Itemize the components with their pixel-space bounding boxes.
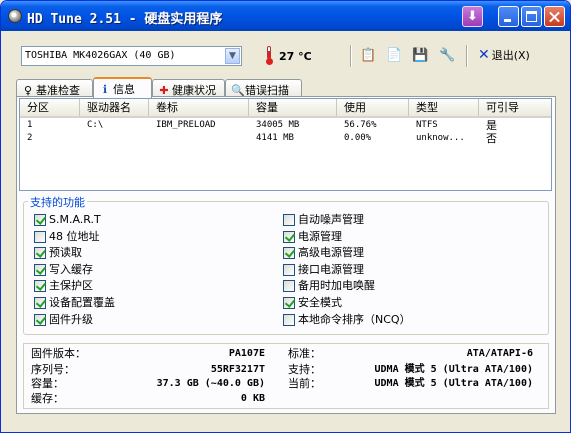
close-button[interactable] — [544, 6, 565, 27]
exit-icon: ✕ — [478, 47, 490, 63]
checkbox[interactable] — [34, 314, 46, 326]
checkbox[interactable] — [34, 247, 46, 259]
title-bar[interactable]: HD Tune 2.51 - 硬盘实用程序 ⬇ — [1, 1, 570, 31]
drive-select[interactable]: TOSHIBA MK4026GAX (40 GB) ▼ — [21, 46, 242, 66]
supported-label: 支持： — [288, 363, 321, 376]
column-capacity[interactable]: 容量 — [249, 99, 337, 116]
tab-info[interactable]: ℹ 信息 — [93, 77, 152, 98]
save-icon[interactable]: 💾 — [412, 47, 429, 64]
checkbox[interactable] — [283, 231, 295, 243]
temperature-readout: 27 °C — [279, 50, 312, 63]
maximize-button[interactable] — [521, 6, 542, 27]
toolbar-separator — [466, 45, 468, 67]
column-type[interactable]: 类型 — [409, 99, 479, 116]
checkbox[interactable] — [34, 280, 46, 292]
serial-value: 55RF3217T — [210, 364, 265, 375]
tab-benchmark[interactable]: ♀ 基准检查 — [16, 79, 93, 97]
supported-value: UDMA 模式 5 (Ultra ATA/100) — [374, 364, 533, 375]
down-arrow-icon: ⬇ — [467, 9, 478, 24]
checkbox[interactable] — [283, 297, 295, 309]
column-drive-letter[interactable]: 驱动器名 — [80, 99, 149, 116]
checkbox[interactable] — [283, 264, 295, 276]
capacity-label: 容量： — [31, 377, 64, 390]
current-label: 当前： — [288, 377, 321, 390]
checkbox[interactable] — [34, 214, 46, 226]
column-bootable[interactable]: 可引导 — [479, 99, 551, 116]
toolbar-separator — [350, 45, 352, 67]
tab-error-scan[interactable]: 🔍错误扫描 — [225, 79, 302, 97]
info-icon: ℹ — [102, 83, 108, 96]
exit-label: 退出(X) — [491, 49, 530, 62]
checkbox[interactable] — [34, 231, 46, 243]
checkbox[interactable] — [283, 314, 295, 326]
copy-screenshot-icon[interactable]: 📄 — [386, 47, 403, 64]
standard-label: 标准： — [288, 347, 321, 360]
checkbox[interactable] — [283, 280, 295, 292]
chevron-down-icon[interactable]: ▼ — [225, 48, 240, 64]
exit-button[interactable]: ✕ 退出(X) — [478, 47, 530, 63]
checkbox[interactable] — [283, 247, 295, 259]
table-row[interactable]: 1 C:\ IBM_PRELOAD 34005 MB 56.76% NTFS 是 — [20, 119, 551, 132]
column-partition[interactable]: 分区 — [20, 99, 80, 116]
minimize-icon — [504, 19, 511, 22]
capacity-value: 37.3 GB (~40.0 GB) — [156, 378, 265, 389]
supported-features-title: 支持的功能 — [28, 194, 87, 210]
standard-value: ATA/ATAPI-6 — [466, 348, 533, 359]
partition-list[interactable]: 分区 驱动器名 卷标 容量 使用 类型 可引导 1 C:\ IBM_PRELOA… — [19, 98, 552, 191]
buffer-label: 缓存： — [31, 392, 64, 405]
app-window: HD Tune 2.51 - 硬盘实用程序 ⬇ TOSHIBA MK4026GA… — [0, 0, 571, 433]
minimize-button[interactable] — [498, 6, 519, 27]
table-row[interactable]: 2 4141 MB 0.00% unknow... 否 — [20, 132, 551, 145]
copy-text-icon[interactable]: 📋 — [360, 47, 377, 64]
hdtune-app-icon[interactable] — [8, 9, 22, 23]
tab-health[interactable]: ✚ 健康状况 — [152, 79, 225, 97]
checkbox[interactable] — [283, 214, 295, 226]
drive-select-value: TOSHIBA MK4026GAX (40 GB) — [25, 50, 176, 61]
window-title: HD Tune 2.51 - 硬盘实用程序 — [27, 12, 223, 27]
firmware-label: 固件版本： — [31, 347, 86, 360]
checkbox[interactable] — [34, 264, 46, 276]
column-usage[interactable]: 使用 — [337, 99, 409, 116]
thermometer-icon — [266, 46, 273, 65]
partition-list-header: 分区 驱动器名 卷标 容量 使用 类型 可引导 — [20, 99, 551, 118]
buffer-value: 0 KB — [240, 393, 265, 404]
column-volume-label[interactable]: 卷标 — [149, 99, 249, 116]
serial-label: 序列号： — [31, 363, 75, 376]
minimize-to-tray-button[interactable]: ⬇ — [462, 6, 483, 27]
current-value: UDMA 模式 5 (Ultra ATA/100) — [374, 378, 533, 389]
options-icon[interactable]: 🔧 — [439, 47, 456, 64]
checkbox[interactable] — [34, 297, 46, 309]
maximize-icon — [526, 11, 537, 22]
firmware-value: PA107E — [228, 348, 265, 359]
